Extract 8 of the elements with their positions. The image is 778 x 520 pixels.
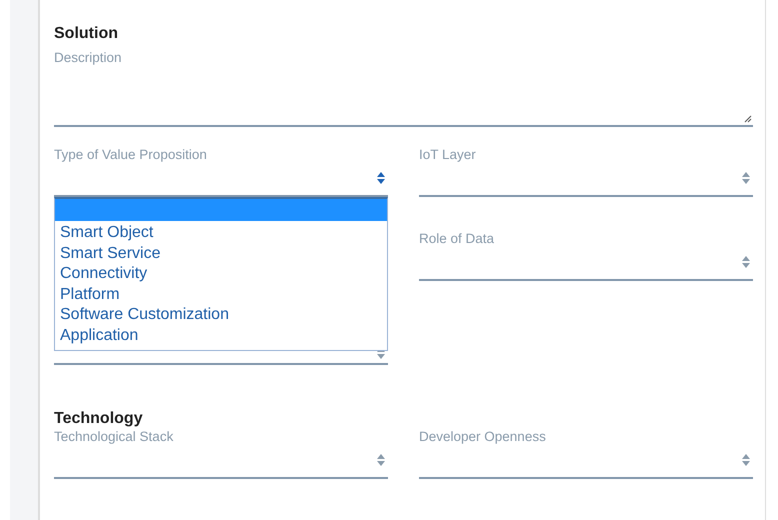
field-label: Technological Stack <box>54 428 174 446</box>
section-heading: Solution <box>54 25 119 43</box>
field-label: Role of Data <box>419 230 496 248</box>
field-label: IoT Layer <box>419 146 477 164</box>
field-label: Description <box>54 49 123 67</box>
field-label: Type of Value Proposition <box>54 146 208 164</box>
section-heading: Technology <box>54 410 144 428</box>
field-label: Developer Openness <box>419 428 547 446</box>
